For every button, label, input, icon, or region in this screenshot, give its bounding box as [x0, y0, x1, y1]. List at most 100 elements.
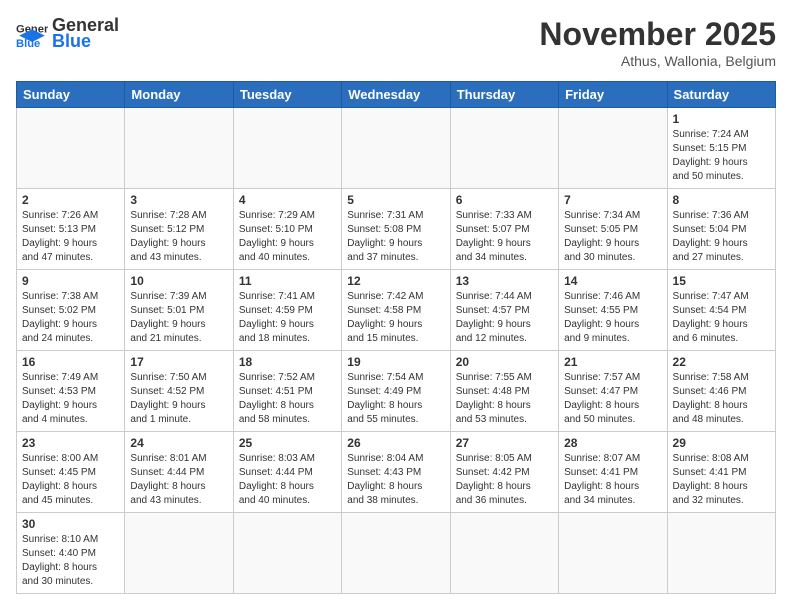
day-info: Sunrise: 8:04 AM Sunset: 4:43 PM Dayligh…	[347, 452, 444, 508]
calendar-week-row: 9Sunrise: 7:38 AM Sunset: 5:02 PM Daylig…	[17, 270, 776, 351]
calendar-cell	[17, 108, 125, 189]
calendar-cell	[342, 513, 450, 594]
day-info: Sunrise: 7:41 AM Sunset: 4:59 PM Dayligh…	[239, 290, 336, 346]
calendar-cell: 20Sunrise: 7:55 AM Sunset: 4:48 PM Dayli…	[450, 351, 558, 432]
calendar-cell: 12Sunrise: 7:42 AM Sunset: 4:58 PM Dayli…	[342, 270, 450, 351]
day-number: 19	[347, 355, 444, 369]
calendar-cell: 6Sunrise: 7:33 AM Sunset: 5:07 PM Daylig…	[450, 189, 558, 270]
day-number: 18	[239, 355, 336, 369]
day-info: Sunrise: 7:29 AM Sunset: 5:10 PM Dayligh…	[239, 209, 336, 265]
day-info: Sunrise: 7:57 AM Sunset: 4:47 PM Dayligh…	[564, 371, 661, 427]
calendar-cell: 8 Sunrise: 7:36 AM Sunset: 5:04 PM Daylig…	[667, 189, 775, 270]
day-number: 8	[673, 193, 770, 207]
day-number: 28	[564, 436, 661, 450]
day-number: 30	[22, 517, 119, 531]
logo: General Blue General Blue	[16, 16, 119, 52]
calendar-day-header: Wednesday	[342, 82, 450, 108]
day-number: 23	[22, 436, 119, 450]
calendar-cell: 1 Sunrise: 7:24 AM Sunset: 5:15 PM Daylig…	[667, 108, 775, 189]
calendar-cell: 7Sunrise: 7:34 AM Sunset: 5:05 PM Daylig…	[559, 189, 667, 270]
calendar-cell: 25Sunrise: 8:03 AM Sunset: 4:44 PM Dayli…	[233, 432, 341, 513]
calendar-day-header: Sunday	[17, 82, 125, 108]
calendar-cell	[342, 108, 450, 189]
calendar-day-header: Thursday	[450, 82, 558, 108]
calendar-cell	[559, 513, 667, 594]
calendar-cell	[233, 108, 341, 189]
calendar-header-row: SundayMondayTuesdayWednesdayThursdayFrid…	[17, 82, 776, 108]
day-number: 17	[130, 355, 227, 369]
calendar-cell: 9Sunrise: 7:38 AM Sunset: 5:02 PM Daylig…	[17, 270, 125, 351]
calendar-cell: 4 Sunrise: 7:29 AM Sunset: 5:10 PM Daylig…	[233, 189, 341, 270]
calendar-cell: 28 Sunrise: 8:07 AM Sunset: 4:41 PM Dayli…	[559, 432, 667, 513]
calendar-day-header: Saturday	[667, 82, 775, 108]
day-number: 14	[564, 274, 661, 288]
calendar-cell: 17Sunrise: 7:50 AM Sunset: 4:52 PM Dayli…	[125, 351, 233, 432]
calendar-cell	[125, 513, 233, 594]
calendar-cell	[559, 108, 667, 189]
day-info: Sunrise: 8:01 AM Sunset: 4:44 PM Dayligh…	[130, 452, 227, 508]
day-number: 10	[130, 274, 227, 288]
day-info: Sunrise: 7:58 AM Sunset: 4:46 PM Dayligh…	[673, 371, 770, 427]
day-number: 26	[347, 436, 444, 450]
day-number: 20	[456, 355, 553, 369]
calendar-cell: 24 Sunrise: 8:01 AM Sunset: 4:44 PM Dayli…	[125, 432, 233, 513]
calendar-cell: 18 Sunrise: 7:52 AM Sunset: 4:51 PM Dayli…	[233, 351, 341, 432]
calendar-cell: 30 Sunrise: 8:10 AM Sunset: 4:40 PM Dayli…	[17, 513, 125, 594]
month-title: November 2025	[539, 16, 776, 53]
calendar-cell: 26 Sunrise: 8:04 AM Sunset: 4:43 PM Dayli…	[342, 432, 450, 513]
day-number: 22	[673, 355, 770, 369]
calendar-cell: 14 Sunrise: 7:46 AM Sunset: 4:55 PM Dayli…	[559, 270, 667, 351]
day-number: 21	[564, 355, 661, 369]
day-info: Sunrise: 7:33 AM Sunset: 5:07 PM Dayligh…	[456, 209, 553, 265]
calendar-cell: 2 Sunrise: 7:26 AM Sunset: 5:13 PM Daylig…	[17, 189, 125, 270]
calendar-day-header: Friday	[559, 82, 667, 108]
day-info: Sunrise: 8:10 AM Sunset: 4:40 PM Dayligh…	[22, 533, 119, 589]
day-info: Sunrise: 7:38 AM Sunset: 5:02 PM Dayligh…	[22, 290, 119, 346]
day-number: 15	[673, 274, 770, 288]
day-info: Sunrise: 7:52 AM Sunset: 4:51 PM Dayligh…	[239, 371, 336, 427]
calendar-cell: 23Sunrise: 8:00 AM Sunset: 4:45 PM Dayli…	[17, 432, 125, 513]
calendar-week-row: 30 Sunrise: 8:10 AM Sunset: 4:40 PM Dayli…	[17, 513, 776, 594]
calendar-cell: 22 Sunrise: 7:58 AM Sunset: 4:46 PM Dayli…	[667, 351, 775, 432]
calendar-cell: 15 Sunrise: 7:47 AM Sunset: 4:54 PM Dayli…	[667, 270, 775, 351]
calendar-cell: 3 Sunrise: 7:28 AM Sunset: 5:12 PM Daylig…	[125, 189, 233, 270]
day-info: Sunrise: 7:54 AM Sunset: 4:49 PM Dayligh…	[347, 371, 444, 427]
calendar-cell	[667, 513, 775, 594]
day-number: 1	[673, 112, 770, 126]
day-number: 2	[22, 193, 119, 207]
day-info: Sunrise: 8:07 AM Sunset: 4:41 PM Dayligh…	[564, 452, 661, 508]
day-info: Sunrise: 7:26 AM Sunset: 5:13 PM Dayligh…	[22, 209, 119, 265]
day-info: Sunrise: 7:24 AM Sunset: 5:15 PM Dayligh…	[673, 128, 770, 184]
calendar-cell	[450, 108, 558, 189]
calendar-cell: 27 Sunrise: 8:05 AM Sunset: 4:42 PM Dayli…	[450, 432, 558, 513]
day-number: 12	[347, 274, 444, 288]
header: General Blue General Blue November 2025 …	[16, 16, 776, 69]
day-info: Sunrise: 7:31 AM Sunset: 5:08 PM Dayligh…	[347, 209, 444, 265]
day-info: Sunrise: 8:05 AM Sunset: 4:42 PM Dayligh…	[456, 452, 553, 508]
day-info: Sunrise: 7:36 AM Sunset: 5:04 PM Dayligh…	[673, 209, 770, 265]
day-info: Sunrise: 7:49 AM Sunset: 4:53 PM Dayligh…	[22, 371, 119, 427]
day-number: 13	[456, 274, 553, 288]
day-number: 25	[239, 436, 336, 450]
day-info: Sunrise: 7:39 AM Sunset: 5:01 PM Dayligh…	[130, 290, 227, 346]
day-number: 4	[239, 193, 336, 207]
calendar-week-row: 1 Sunrise: 7:24 AM Sunset: 5:15 PM Daylig…	[17, 108, 776, 189]
calendar-cell	[233, 513, 341, 594]
logo-icon: General Blue	[16, 18, 48, 50]
day-info: Sunrise: 7:44 AM Sunset: 4:57 PM Dayligh…	[456, 290, 553, 346]
calendar-week-row: 23Sunrise: 8:00 AM Sunset: 4:45 PM Dayli…	[17, 432, 776, 513]
day-info: Sunrise: 7:46 AM Sunset: 4:55 PM Dayligh…	[564, 290, 661, 346]
calendar-cell	[125, 108, 233, 189]
calendar-week-row: 2 Sunrise: 7:26 AM Sunset: 5:13 PM Daylig…	[17, 189, 776, 270]
calendar-day-header: Monday	[125, 82, 233, 108]
day-info: Sunrise: 7:28 AM Sunset: 5:12 PM Dayligh…	[130, 209, 227, 265]
calendar-day-header: Tuesday	[233, 82, 341, 108]
day-number: 24	[130, 436, 227, 450]
day-info: Sunrise: 7:47 AM Sunset: 4:54 PM Dayligh…	[673, 290, 770, 346]
day-number: 29	[673, 436, 770, 450]
calendar-cell: 29Sunrise: 8:08 AM Sunset: 4:41 PM Dayli…	[667, 432, 775, 513]
day-number: 27	[456, 436, 553, 450]
calendar-cell: 21 Sunrise: 7:57 AM Sunset: 4:47 PM Dayli…	[559, 351, 667, 432]
svg-text:Blue: Blue	[16, 38, 40, 50]
day-number: 3	[130, 193, 227, 207]
